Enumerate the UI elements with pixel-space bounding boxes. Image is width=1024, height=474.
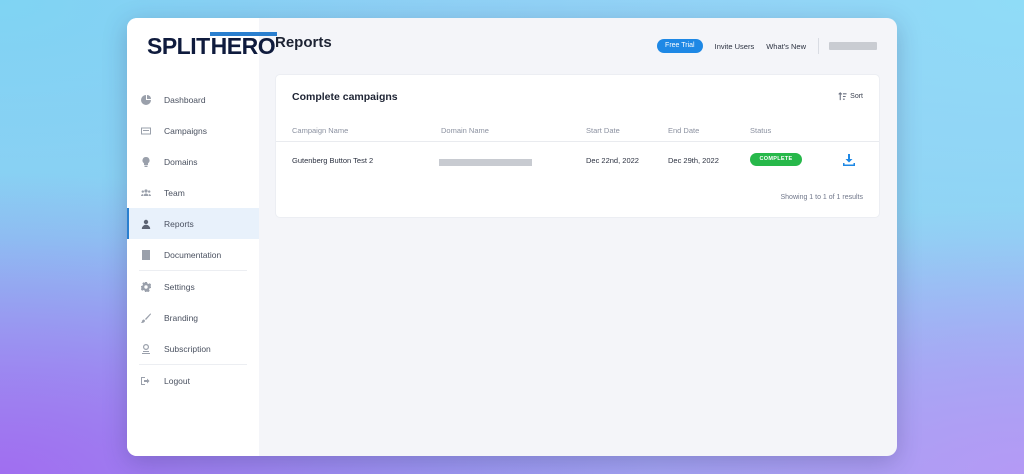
sidebar-item-documentation[interactable]: Documentation <box>127 239 259 270</box>
free-trial-button[interactable]: Free Trial <box>657 39 703 53</box>
column-header-start-date[interactable]: Start Date <box>586 126 620 135</box>
start-date-cell: Dec 22nd, 2022 <box>586 156 639 165</box>
sidebar-item-label: Logout <box>164 375 190 386</box>
whats-new-link[interactable]: What's New <box>766 42 806 51</box>
sidebar-item-label: Reports <box>164 218 194 229</box>
sidebar-item-label: Domains <box>164 156 198 167</box>
sidebar-item-subscription[interactable]: Subscription <box>127 333 259 364</box>
sidebar-item-campaigns[interactable]: Campaigns <box>127 115 259 146</box>
topbar-divider <box>818 38 819 54</box>
subscription-icon <box>140 343 152 355</box>
campaign-name-cell[interactable]: Gutenberg Button Test 2 <box>292 156 373 165</box>
page-title: Reports <box>275 34 332 51</box>
end-date-cell: Dec 29th, 2022 <box>668 156 719 165</box>
sidebar-item-label: Team <box>164 187 185 198</box>
sort-icon <box>838 92 847 101</box>
column-header-status[interactable]: Status <box>750 126 771 135</box>
user-menu-redacted[interactable] <box>829 42 877 50</box>
pie-chart-icon <box>140 94 152 106</box>
sort-button[interactable]: Sort <box>838 92 863 101</box>
sidebar-item-settings[interactable]: Settings <box>127 271 259 302</box>
column-header-end-date[interactable]: End Date <box>668 126 699 135</box>
app-window: SPLIT HERO Dashboard Campaigns Domains T… <box>127 18 897 456</box>
sidebar-item-reports[interactable]: Reports <box>127 208 259 239</box>
sidebar-item-logout[interactable]: Logout <box>127 365 259 396</box>
sidebar: SPLIT HERO Dashboard Campaigns Domains T… <box>127 18 278 456</box>
top-bar: Free Trial Invite Users What's New <box>657 38 877 54</box>
brush-icon <box>140 312 152 324</box>
column-header-campaign-name[interactable]: Campaign Name <box>292 126 348 135</box>
download-icon <box>843 154 855 166</box>
column-header-domain-name[interactable]: Domain Name <box>441 126 489 135</box>
table-row[interactable]: Gutenberg Button Test 2 Dec 22nd, 2022 D… <box>276 142 879 177</box>
sidebar-item-label: Campaigns <box>164 125 207 136</box>
sidebar-item-label: Branding <box>164 312 199 323</box>
sidebar-item-label: Subscription <box>164 343 211 354</box>
sidebar-item-branding[interactable]: Branding <box>127 302 259 333</box>
sidebar-item-dashboard[interactable]: Dashboard <box>127 84 259 115</box>
campaigns-icon <box>140 125 152 137</box>
gear-icon <box>140 281 152 293</box>
book-icon <box>140 249 152 261</box>
sidebar-nav: Dashboard Campaigns Domains Team Reports… <box>127 84 259 396</box>
complete-campaigns-card: Complete campaigns Sort Campaign Name Do… <box>275 74 880 218</box>
table-header: Campaign Name Domain Name Start Date End… <box>276 120 879 142</box>
sidebar-item-label: Dashboard <box>164 94 206 105</box>
splithero-logo[interactable]: SPLIT HERO <box>147 32 278 59</box>
sidebar-item-label: Documentation <box>164 249 222 260</box>
sort-label: Sort <box>850 93 863 100</box>
logo-text-split: SPLIT <box>147 33 210 59</box>
sidebar-item-label: Settings <box>164 281 195 292</box>
pagination-summary: Showing 1 to 1 of 1 results <box>780 194 864 201</box>
invite-users-link[interactable]: Invite Users <box>715 42 755 51</box>
logout-icon <box>140 375 152 387</box>
download-report-button[interactable] <box>843 153 855 166</box>
sidebar-item-domains[interactable]: Domains <box>127 146 259 177</box>
domain-name-redacted <box>439 159 532 166</box>
team-icon <box>140 187 152 199</box>
lightbulb-icon <box>140 156 152 168</box>
status-badge: COMPLETE <box>750 153 802 166</box>
sidebar-item-team[interactable]: Team <box>127 177 259 208</box>
card-title: Complete campaigns <box>292 91 398 103</box>
user-report-icon <box>140 218 152 230</box>
main-content: Reports Free Trial Invite Users What's N… <box>259 18 897 456</box>
